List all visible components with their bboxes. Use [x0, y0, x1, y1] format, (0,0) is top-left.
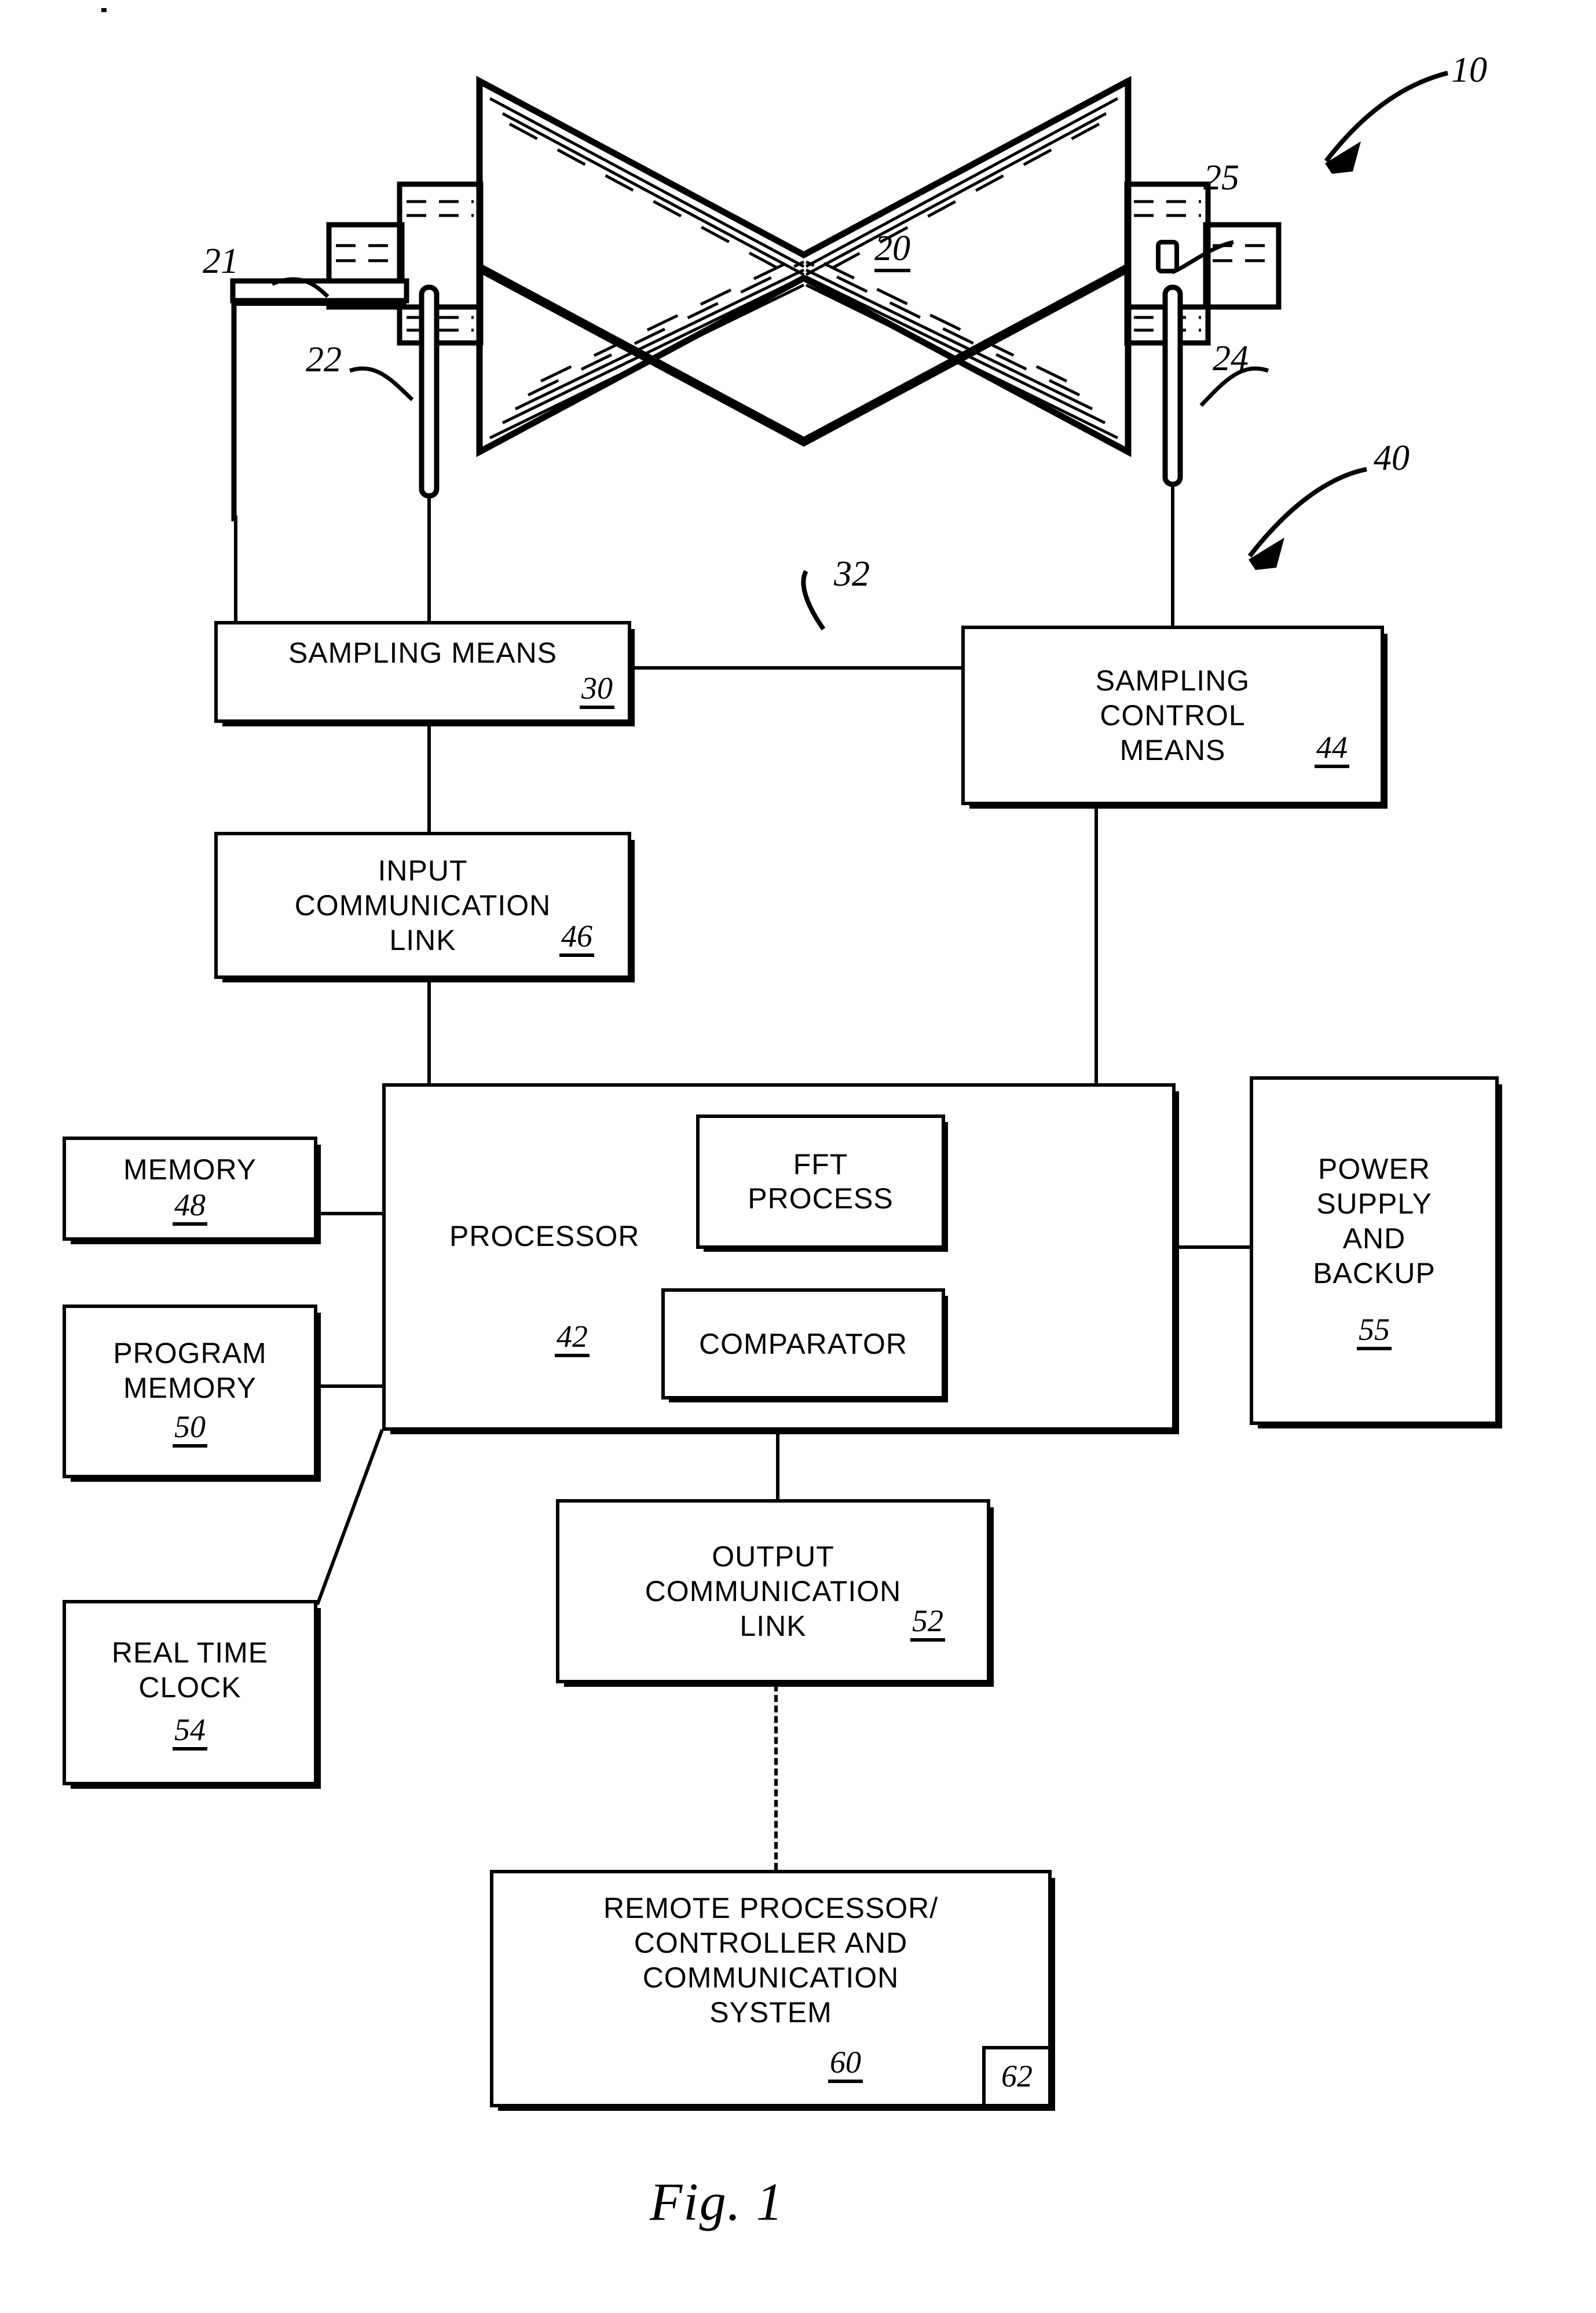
block-program-memory[interactable]: PROGRAM MEMORY 50 — [63, 1305, 317, 1478]
wire-output-link-to-remote — [774, 1684, 778, 1870]
real-time-clock-ref: 54 — [173, 1714, 207, 1751]
block-sampling-means[interactable]: SAMPLING MEANS 30 — [214, 621, 631, 723]
fft-process-label: FFT PROCESS — [748, 1148, 894, 1215]
block-output-communication-link[interactable]: OUTPUT COMMUNICATION LINK 52 — [556, 1499, 990, 1683]
sampling-means-label: SAMPLING MEANS — [288, 636, 558, 669]
remote-subunit-ref: 62 — [1001, 2058, 1033, 2093]
figure-caption: Fig. 1 — [650, 2172, 784, 2231]
sampling-means-ref: 30 — [580, 673, 614, 709]
block-remote-system[interactable]: REMOTE PROCESSOR/ CONTROLLER AND COMMUNI… — [490, 1870, 1052, 2107]
block-sampling-control-means[interactable]: SAMPLING CONTROL MEANS 44 — [961, 626, 1384, 805]
block-comparator[interactable]: COMPARATOR — [661, 1288, 945, 1400]
power-supply-ref: 55 — [1357, 1314, 1392, 1350]
output-link-ref: 52 — [910, 1605, 945, 1642]
comparator-label: COMPARATOR — [698, 1327, 908, 1360]
sampling-control-ref: 44 — [1315, 732, 1349, 768]
remote-system-label: REMOTE PROCESSOR/ CONTROLLER AND COMMUNI… — [603, 1892, 939, 2029]
block-memory[interactable]: MEMORY 48 — [63, 1137, 317, 1241]
block-remote-subunit-62[interactable]: 62 — [982, 2046, 1052, 2107]
block-fft-process[interactable]: FFT PROCESS — [696, 1115, 945, 1249]
patent-figure-sheet: 20 21 22 24 25 10 40 32 SAMPLING MEANS 3… — [0, 0, 1596, 2313]
processor-label: PROCESSOR — [449, 1220, 640, 1252]
power-supply-label: POWER SUPPLY AND BACKUP — [1313, 1152, 1436, 1289]
program-memory-label: PROGRAM MEMORY — [113, 1336, 267, 1404]
block-real-time-clock[interactable]: REAL TIME CLOCK 54 — [63, 1600, 317, 1785]
output-link-label: OUTPUT COMMUNICATION LINK — [645, 1540, 902, 1642]
sampling-control-label: SAMPLING CONTROL MEANS — [1095, 664, 1250, 766]
processor-ref: 42 — [555, 1321, 590, 1357]
block-input-communication-link[interactable]: INPUT COMMUNICATION LINK 46 — [214, 832, 631, 979]
block-processor[interactable]: PROCESSOR 42 FFT PROCESS COMPARATOR — [382, 1083, 1176, 1431]
remote-system-ref: 60 — [828, 2047, 863, 2083]
block-power-supply[interactable]: POWER SUPPLY AND BACKUP 55 — [1250, 1076, 1499, 1425]
program-memory-ref: 50 — [173, 1411, 207, 1448]
input-link-label: INPUT COMMUNICATION LINK — [294, 854, 551, 956]
memory-ref: 48 — [173, 1189, 207, 1226]
input-link-ref: 46 — [559, 920, 594, 957]
real-time-clock-label: REAL TIME CLOCK — [111, 1636, 269, 1704]
memory-label: MEMORY — [123, 1153, 257, 1186]
